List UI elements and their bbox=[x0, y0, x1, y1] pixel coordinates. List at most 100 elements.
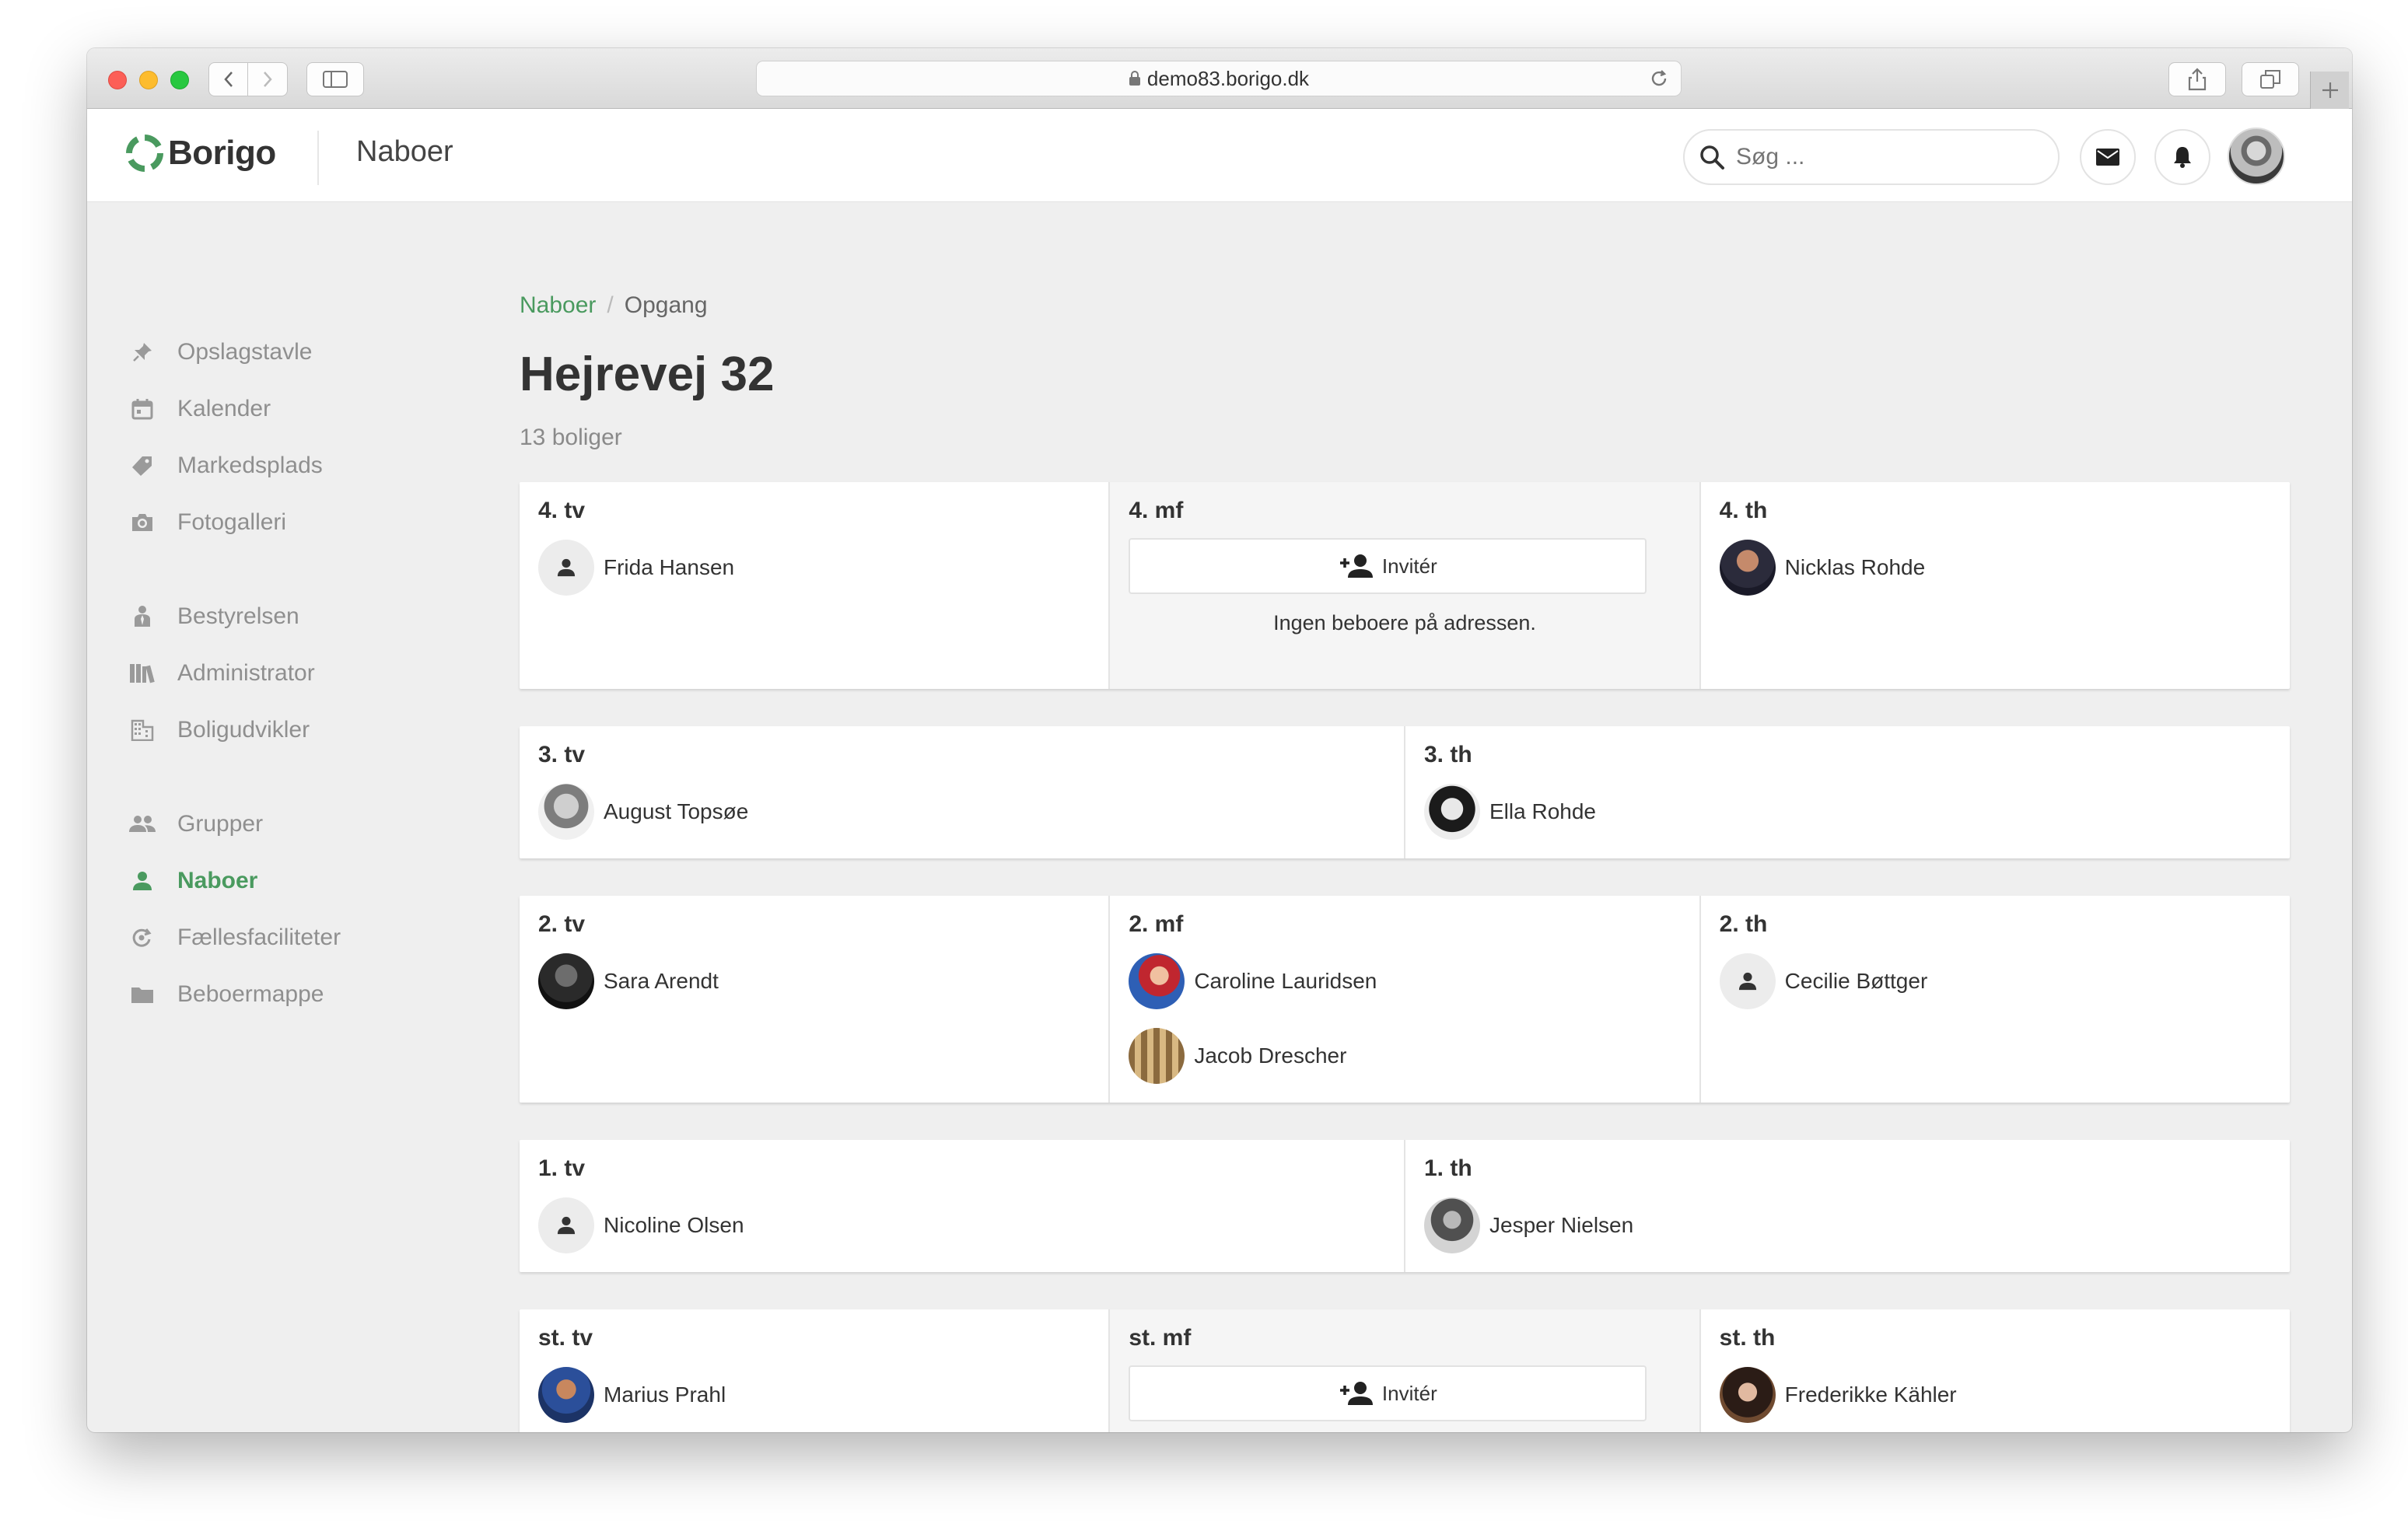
messages-button[interactable] bbox=[2080, 129, 2136, 185]
sidebar-item-grupper[interactable]: Grupper bbox=[129, 811, 263, 837]
breadcrumb-current: Opgang bbox=[624, 292, 708, 318]
resident-name[interactable]: Frida Hansen bbox=[604, 555, 734, 580]
unit-card: 2. th Cecilie Bøttger bbox=[1701, 896, 2290, 1103]
chevron-left-icon bbox=[223, 72, 233, 87]
avatar bbox=[1424, 1197, 1480, 1253]
search-input[interactable] bbox=[1736, 144, 2016, 170]
zoom-window-button[interactable] bbox=[170, 71, 189, 89]
browser-toolbar: demo83.borigo.dk bbox=[87, 48, 2352, 109]
unit-label: 1. tv bbox=[538, 1155, 586, 1181]
person-icon bbox=[557, 558, 576, 577]
resident-name[interactable]: Caroline Lauridsen bbox=[1194, 969, 1377, 994]
empty-note: Ingen beboere på adressen. bbox=[1273, 611, 1536, 634]
unit-card: st. mf Invitér bbox=[1110, 1309, 1701, 1432]
page-title: Hejrevej 32 bbox=[520, 348, 775, 401]
add-person-icon bbox=[1339, 554, 1373, 578]
calendar-icon bbox=[129, 396, 156, 422]
unit-label: 4. tv bbox=[538, 498, 586, 523]
back-button[interactable] bbox=[208, 62, 248, 96]
address-bar[interactable]: demo83.borigo.dk bbox=[756, 61, 1682, 96]
new-tab-button[interactable] bbox=[2310, 72, 2349, 109]
sidebar-icon bbox=[323, 71, 348, 88]
resident-name[interactable]: Frederikke Kähler bbox=[1785, 1382, 1957, 1407]
invite-button[interactable]: Invitér bbox=[1129, 1365, 1647, 1421]
floor-row: 3. tv August Topsøe 3. th Ella Rohde bbox=[520, 726, 2290, 858]
sidebar-item-administrator[interactable]: Administrator bbox=[129, 660, 315, 687]
sidebar-item-kalender[interactable]: Kalender bbox=[129, 396, 271, 422]
breadcrumb: Naboer / Opgang bbox=[520, 292, 708, 319]
avatar bbox=[538, 540, 594, 596]
resident[interactable]: Marius Prahl bbox=[538, 1367, 1090, 1423]
user-avatar[interactable] bbox=[2228, 128, 2285, 185]
resident[interactable]: Caroline Lauridsen bbox=[1129, 953, 1680, 1009]
search-box[interactable] bbox=[1683, 129, 2060, 185]
building-icon bbox=[129, 717, 156, 743]
resident[interactable]: Cecilie Bøttger bbox=[1719, 953, 2271, 1009]
resident[interactable]: Frida Hansen bbox=[538, 540, 1090, 596]
show-tabs-button[interactable] bbox=[2242, 62, 2299, 96]
resident[interactable]: August Topsøe bbox=[538, 784, 1385, 840]
sidebar-item-label: Administrator bbox=[177, 660, 315, 686]
sidebar-item-markedsplads[interactable]: Markedsplads bbox=[129, 453, 323, 479]
mail-icon bbox=[2096, 149, 2119, 166]
search-icon bbox=[1700, 145, 1724, 170]
page-subtitle: 13 boliger bbox=[520, 425, 622, 450]
unit-card: 4. th Nicklas Rohde bbox=[1701, 482, 2290, 689]
avatar bbox=[538, 784, 594, 840]
sidebar-item-faellesfaciliteter[interactable]: Fællesfaciliteter bbox=[129, 925, 341, 951]
sidebar-item-boligudvikler[interactable]: Boligudvikler bbox=[129, 717, 310, 743]
unit-label: 2. tv bbox=[538, 911, 586, 937]
resident-name[interactable]: Marius Prahl bbox=[604, 1382, 726, 1407]
share-button[interactable] bbox=[2168, 62, 2226, 96]
floor-row: st. tv Marius Prahl st. mf Invitér st. t… bbox=[520, 1309, 2290, 1432]
person-icon bbox=[129, 868, 156, 894]
folder-icon bbox=[129, 981, 156, 1008]
resident-name[interactable]: Sara Arendt bbox=[604, 969, 719, 994]
minimize-window-button[interactable] bbox=[139, 71, 158, 89]
forward-button[interactable] bbox=[248, 62, 288, 96]
resident[interactable]: Nicklas Rohde bbox=[1719, 540, 2271, 596]
borigo-logo-icon bbox=[126, 135, 163, 172]
resident-name[interactable]: Cecilie Bøttger bbox=[1785, 969, 1928, 994]
sidebar-toggle-button[interactable] bbox=[306, 62, 364, 96]
section-title: Naboer bbox=[356, 135, 453, 168]
browser-window: demo83.borigo.dk Borigo Naboer Søg ... O… bbox=[87, 48, 2352, 1432]
sidebar-item-fotogalleri[interactable]: Fotogalleri bbox=[129, 509, 286, 536]
resident[interactable]: Nicoline Olsen bbox=[538, 1197, 1385, 1253]
sidebar-item-beboermappe[interactable]: Beboermappe bbox=[129, 981, 324, 1008]
group-icon bbox=[129, 811, 156, 837]
floor-row: 4. tv Frida Hansen 4. mf Invitér Ingen b… bbox=[520, 482, 2290, 689]
add-person-icon bbox=[1339, 1382, 1373, 1405]
unit-card: 3. tv August Topsøe bbox=[520, 726, 1405, 858]
breadcrumb-link-naboer[interactable]: Naboer bbox=[520, 292, 596, 319]
reload-icon[interactable] bbox=[1648, 68, 1670, 89]
floor-row: 1. tv Nicoline Olsen 1. th Jesper Nielse… bbox=[520, 1140, 2290, 1272]
resident-name[interactable]: Jesper Nielsen bbox=[1489, 1213, 1633, 1238]
resident[interactable]: Sara Arendt bbox=[538, 953, 1090, 1009]
resident[interactable]: Jesper Nielsen bbox=[1424, 1197, 2271, 1253]
resident-name[interactable]: Ella Rohde bbox=[1489, 799, 1596, 824]
unit-card: st. tv Marius Prahl bbox=[520, 1309, 1111, 1432]
resident-name[interactable]: Jacob Drescher bbox=[1194, 1043, 1346, 1068]
resident-name[interactable]: Nicoline Olsen bbox=[604, 1213, 744, 1238]
sidebar-item-bestyrelsen[interactable]: Bestyrelsen bbox=[129, 603, 299, 630]
sidebar-item-opslagstavle[interactable]: Opslagstavle bbox=[129, 339, 312, 365]
resident[interactable]: Frederikke Kähler bbox=[1719, 1367, 2271, 1423]
facilities-icon bbox=[129, 925, 156, 951]
resident[interactable]: Jacob Drescher bbox=[1129, 1028, 1680, 1084]
unit-card: 2. mf Caroline Lauridsen Jacob Drescher bbox=[1110, 896, 1701, 1103]
unit-card: 3. th Ella Rohde bbox=[1405, 726, 2290, 858]
notifications-button[interactable] bbox=[2154, 129, 2210, 185]
avatar bbox=[1129, 953, 1185, 1009]
resident-name[interactable]: Nicklas Rohde bbox=[1785, 555, 1926, 580]
sidebar-item-naboer[interactable]: Naboer bbox=[129, 868, 257, 894]
resident-name[interactable]: August Topsøe bbox=[604, 799, 748, 824]
invite-button[interactable]: Invitér bbox=[1129, 538, 1647, 594]
logo[interactable]: Borigo bbox=[126, 134, 276, 173]
close-window-button[interactable] bbox=[108, 71, 127, 89]
avatar bbox=[1424, 784, 1480, 840]
sidebar-item-label: Naboer bbox=[177, 868, 258, 893]
resident[interactable]: Ella Rohde bbox=[1424, 784, 2271, 840]
sidebar-item-label: Opslagstavle bbox=[177, 339, 313, 365]
board-icon bbox=[129, 603, 156, 630]
